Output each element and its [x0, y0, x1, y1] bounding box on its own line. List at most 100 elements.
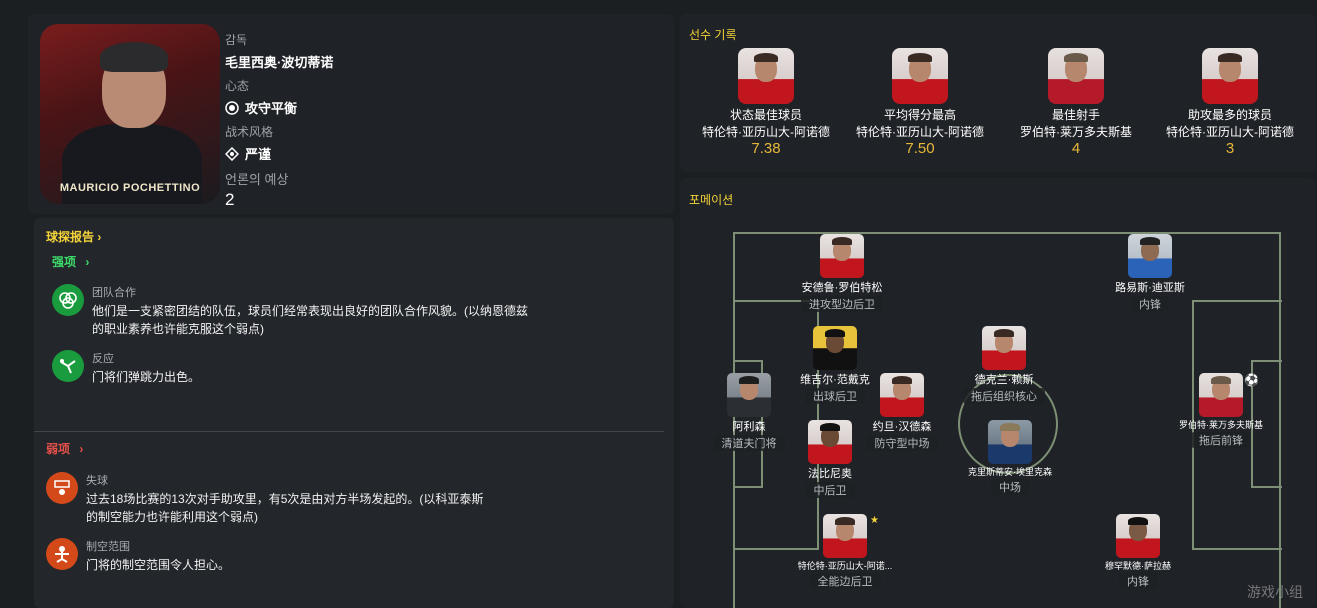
record-card[interactable]: 最佳射手 罗伯特·莱万多夫斯基 4 — [996, 48, 1156, 157]
player-role: 拖后前锋 — [1191, 432, 1251, 448]
style-value: 严谨 — [245, 147, 272, 162]
strength-title: 反应 — [92, 353, 114, 365]
player-photo — [820, 234, 864, 278]
weakness-item: 制空范围 门将的制空范围令人担心。 — [46, 538, 230, 574]
mentality-value: 攻守平衡 — [245, 101, 298, 116]
record-label: 最佳射手 — [1051, 108, 1100, 122]
strength-item: 反应 门将们弹跳力出色。 — [52, 350, 200, 386]
player-token[interactable]: 穆罕默德·萨拉赫 内锋 — [1083, 514, 1193, 590]
diamond-icon — [225, 146, 239, 161]
watermark: 游戏小组 — [1247, 584, 1303, 600]
ball-icon: ⚽ — [1244, 373, 1259, 387]
prediction-label: 언론의 예상 — [225, 172, 289, 187]
weakness-title: 失球 — [86, 475, 108, 487]
strength-item: 团队合作 他们是一支紧密团结的队伍，球员们经常表现出良好的团队合作风貌。(以纳恩… — [52, 284, 528, 338]
player-photo — [813, 326, 857, 370]
player-name: 安德鲁·罗伯特松 — [801, 282, 883, 294]
record-label: 助攻最多的球员 — [1187, 108, 1272, 122]
player-role: 内锋 — [1119, 573, 1157, 589]
player-photo — [1128, 234, 1172, 278]
teamwork-icon — [52, 284, 84, 316]
player-photo — [727, 373, 771, 417]
scout-report-title: 球探报告 — [46, 230, 95, 244]
prediction-value: 2 — [225, 190, 235, 209]
style-label: 战术风格 — [225, 125, 274, 139]
weakness-title: 制空范围 — [86, 541, 130, 553]
goal-conceded-icon — [46, 472, 78, 504]
player-token[interactable]: 特伦特·亚历山大-阿诺... 全能边后卫 — [790, 514, 900, 590]
manager-info: 감독 毛里西奥·波切蒂诺 心态 攻守平衡 战术风格 严谨 언론의 예상 2 — [225, 31, 333, 210]
player-token[interactable]: 法比尼奥 中后卫 — [775, 420, 885, 499]
player-token[interactable]: 罗伯特·莱万多夫斯基 拖后前锋 — [1166, 373, 1276, 449]
player-role: 中场 — [991, 479, 1029, 495]
player-name: 路易斯·迪亚斯 — [1115, 282, 1185, 294]
record-value: 7.50 — [905, 140, 935, 157]
records-title: 선수 기록 — [689, 28, 737, 42]
weakness-desc: 门将的制空范围令人担心。 — [86, 558, 231, 572]
formation-title: 포메이션 — [689, 193, 734, 207]
chevron-right-icon: › — [97, 230, 102, 244]
balance-icon — [225, 100, 239, 115]
divider — [34, 431, 664, 432]
record-label: 平均得分最高 — [883, 108, 956, 122]
record-label: 状态最佳球员 — [729, 108, 802, 122]
strength-desc: 他们是一支紧密团结的队伍，球员们经常表现出良好的团队合作风貌。(以纳恩德兹 — [92, 304, 528, 318]
weakness-desc: 的制空能力也许能利用这个弱点) — [86, 510, 258, 524]
weakness-item: 失球 过去18场比赛的13次对手助攻里，有5次是由对方半场发起的。(以科亚泰斯 … — [46, 472, 483, 526]
strength-desc: 门将们弹跳力出色。 — [92, 370, 201, 384]
player-photo — [1048, 48, 1104, 104]
record-value: 7.38 — [751, 140, 781, 157]
mentality-label: 心态 — [225, 79, 250, 93]
player-photo — [1199, 373, 1243, 417]
player-photo — [738, 48, 794, 104]
manager-name: 毛里西奥·波切蒂诺 — [225, 55, 334, 70]
player-photo — [982, 326, 1026, 370]
record-value: 4 — [1071, 140, 1081, 157]
record-player: 特伦特·亚历山大-阿诺德 — [856, 125, 984, 139]
star-icon: ★ — [870, 515, 879, 526]
player-token[interactable]: 路易斯·迪亚斯 内锋 — [1095, 234, 1205, 313]
player-photo — [808, 420, 852, 464]
record-value: 3 — [1225, 140, 1235, 157]
aerial-icon — [46, 538, 78, 570]
scout-report-link[interactable]: 球探报告 › — [46, 228, 101, 245]
record-player: 罗伯特·莱万多夫斯基 — [1020, 125, 1132, 139]
player-role: 拖后组织核心 — [963, 388, 1045, 404]
weaknesses-link[interactable]: 弱项 › — [46, 440, 83, 457]
chevron-right-icon: › — [79, 442, 84, 456]
record-card[interactable]: 平均得分最高 特伦特·亚历山大-阿诺德 7.50 — [840, 48, 1000, 157]
player-photo — [988, 420, 1032, 464]
player-name: 法比尼奥 — [808, 468, 852, 480]
weaknesses-title: 弱项 — [46, 442, 71, 456]
record-card[interactable]: 助攻最多的球员 特伦特·亚历山大-阿诺德 3 — [1150, 48, 1310, 157]
player-name: 特伦特·亚历山大-阿诺... — [797, 561, 893, 571]
manager-photo-caption: MAURICIO POCHETTINO — [59, 182, 201, 194]
player-token[interactable]: 德克兰·赖斯 拖后组织核心 — [949, 326, 1059, 405]
player-photo — [1202, 48, 1258, 104]
player-role: 清道夫门将 — [713, 435, 785, 451]
record-player: 特伦特·亚历山大-阿诺德 — [702, 125, 830, 139]
manager-role-label: 감독 — [225, 33, 248, 47]
reflex-icon — [52, 350, 84, 382]
player-photo — [1116, 514, 1160, 558]
record-card[interactable]: 状态最佳球员 特伦特·亚历山大-阿诺德 7.38 — [686, 48, 846, 157]
player-role: 全能边后卫 — [809, 573, 881, 589]
player-photo — [823, 514, 867, 558]
player-role: 中后卫 — [805, 482, 855, 498]
strengths-link[interactable]: 强项 › — [52, 253, 89, 270]
player-photo — [880, 373, 924, 417]
manager-photo: MAURICIO POCHETTINO — [40, 24, 220, 204]
player-token[interactable]: 安德鲁·罗伯特松 进攻型边后卫 — [787, 234, 897, 313]
chevron-right-icon: › — [85, 255, 90, 269]
strength-desc: 的职业素养也许能克服这个弱点) — [92, 322, 264, 336]
player-name: 克里斯蒂安·埃里克森 — [968, 467, 1052, 477]
strength-title: 团队合作 — [92, 287, 136, 299]
record-player: 特伦特·亚历山大-阿诺德 — [1166, 125, 1294, 139]
weakness-desc: 过去18场比赛的13次对手助攻里，有5次是由对方半场发起的。(以科亚泰斯 — [86, 492, 484, 506]
player-role: 内锋 — [1131, 296, 1169, 312]
player-role: 进攻型边后卫 — [801, 296, 883, 312]
strengths-title: 强项 — [52, 255, 77, 269]
player-name: 德克兰·赖斯 — [974, 374, 1034, 386]
player-name: 穆罕默德·萨拉赫 — [1105, 561, 1171, 571]
player-token[interactable]: 克里斯蒂安·埃里克森 中场 — [955, 420, 1065, 496]
